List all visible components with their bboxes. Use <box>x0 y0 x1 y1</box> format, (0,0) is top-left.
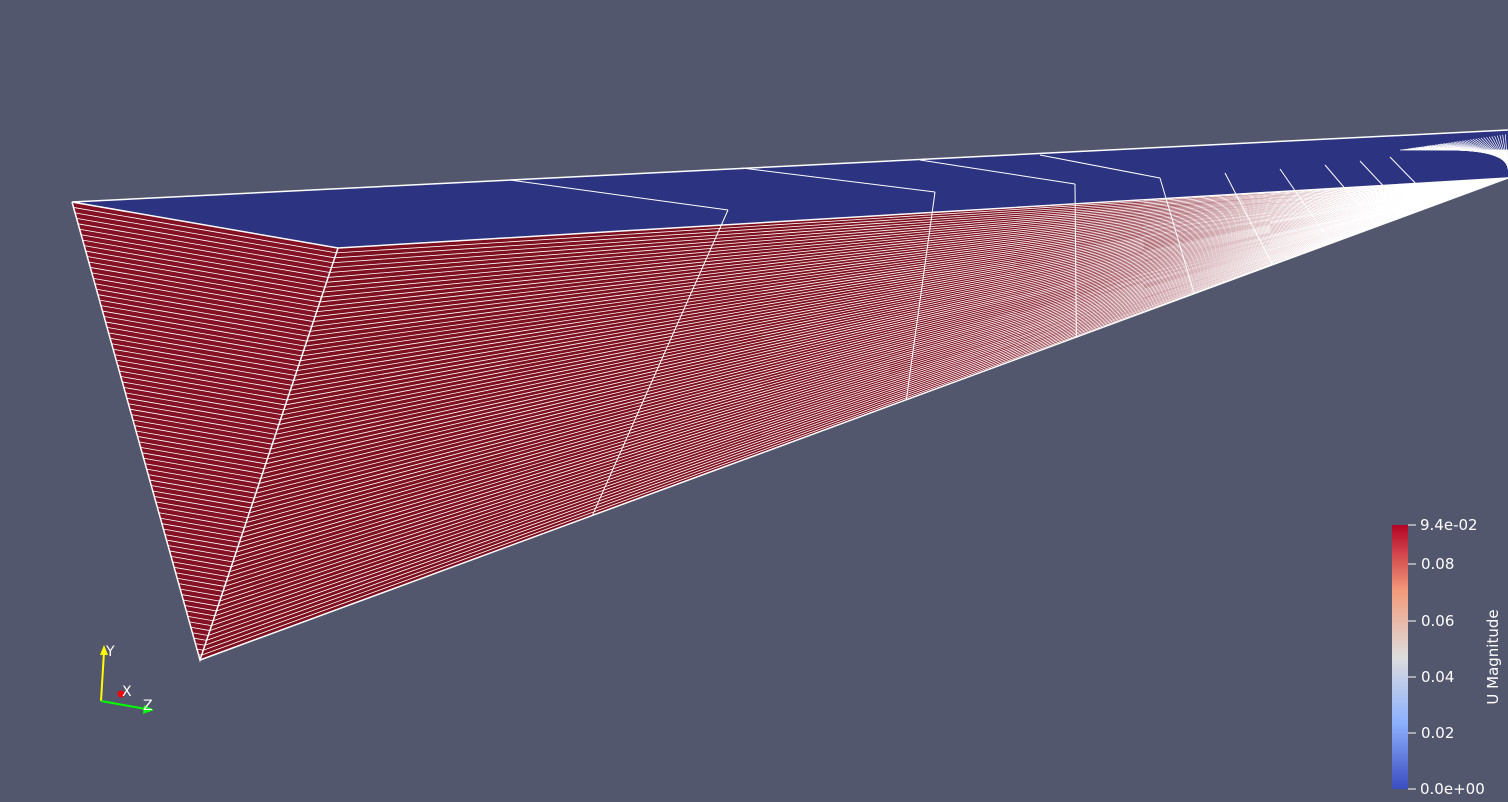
y-axis-line <box>100 651 105 702</box>
colorbar-gradient <box>1392 525 1408 789</box>
colorbar-tick-label: 0.08 <box>1421 555 1454 573</box>
z-axis-line <box>100 700 147 710</box>
colorbar-tick-label: 0.06 <box>1421 612 1454 630</box>
mesh-geometry <box>71 129 1508 663</box>
color-legend[interactable]: 9.4e-02 0.08 0.06 0.04 0.02 0.0e+00 U Ma… <box>1392 516 1502 798</box>
x-axis-label: X <box>122 684 132 700</box>
3d-scene[interactable]: Y X Z 9.4e-02 0.08 0.06 0.04 0.02 0.0e+0… <box>0 0 1508 802</box>
colorbar-min-label: 0.0e+00 <box>1420 780 1485 798</box>
colorbar-max-label: 9.4e-02 <box>1420 516 1478 534</box>
colorbar-tick-label: 0.04 <box>1421 668 1454 686</box>
colorbar-title: U Magnitude <box>1484 609 1502 704</box>
orientation-axes: Y X Z <box>100 644 154 714</box>
y-axis-label: Y <box>105 644 115 660</box>
z-axis-label: Z <box>143 698 153 714</box>
colorbar-tick-label: 0.02 <box>1421 724 1454 742</box>
render-viewport[interactable]: Y X Z 9.4e-02 0.08 0.06 0.04 0.02 0.0e+0… <box>0 0 1508 802</box>
